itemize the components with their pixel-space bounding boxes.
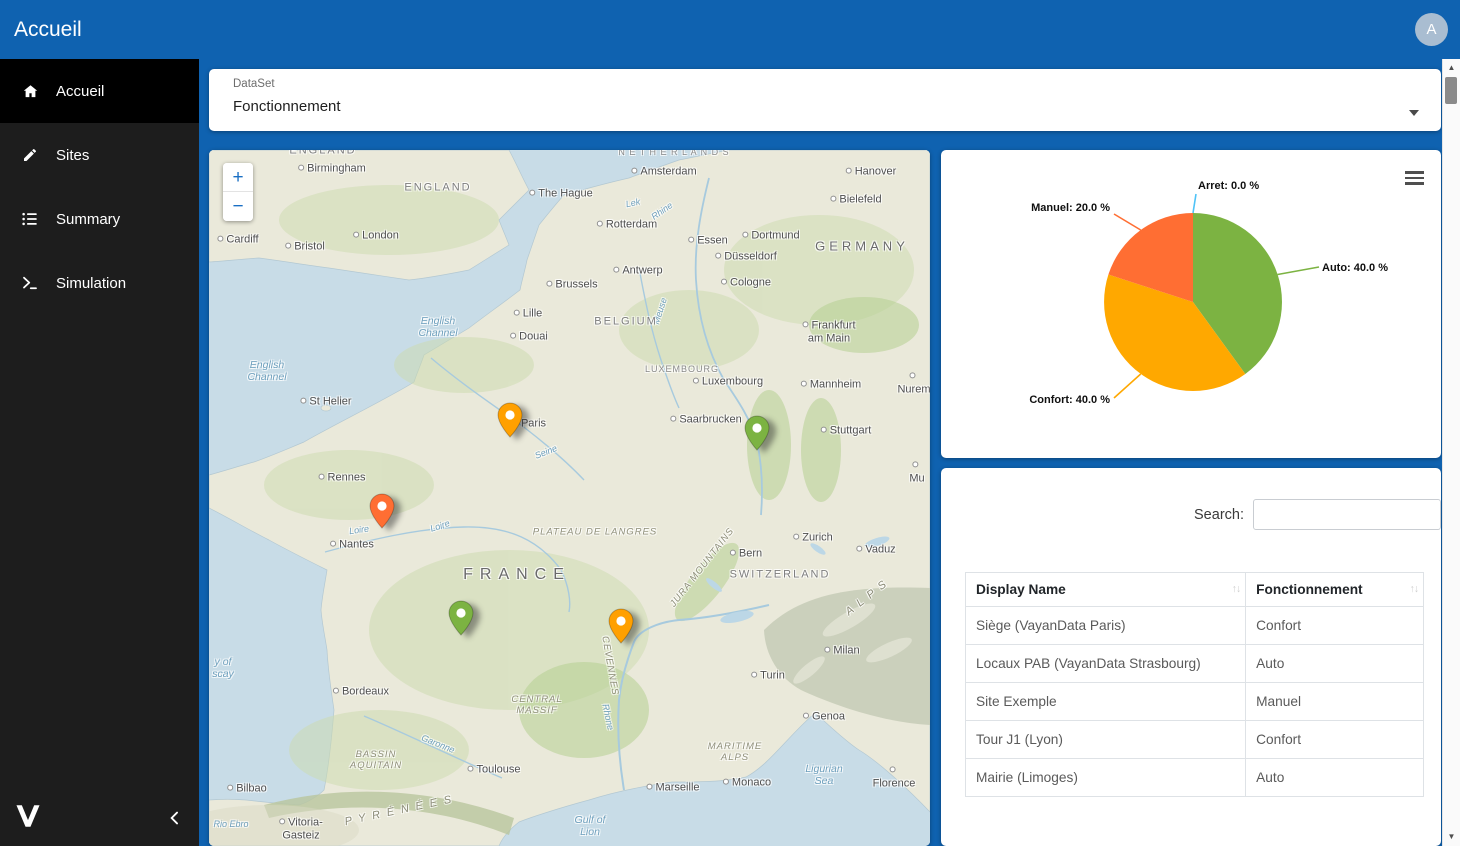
scroll-thumb[interactable] xyxy=(1445,77,1457,104)
table-cell: Auto xyxy=(1246,645,1424,683)
map-marker[interactable] xyxy=(448,600,474,641)
column-header-fonctionnement[interactable]: Fonctionnement ↑↓ xyxy=(1246,573,1424,607)
chevron-down-icon xyxy=(1409,110,1419,116)
map-pin-icon xyxy=(497,402,523,438)
table-cell: Tour J1 (Lyon) xyxy=(966,721,1246,759)
scroll-down-arrow[interactable]: ▼ xyxy=(1443,830,1460,844)
scroll-up-arrow[interactable]: ▲ xyxy=(1443,61,1460,75)
table-cell: Confort xyxy=(1246,607,1424,645)
map-terrain xyxy=(209,150,930,846)
zoom-out-button[interactable]: − xyxy=(223,192,253,221)
map-zoom-control: + − xyxy=(223,163,253,221)
scrollbar[interactable]: ▲ ▼ xyxy=(1442,59,1460,846)
table-cell: Manuel xyxy=(1246,683,1424,721)
main-content: DataSet Fonctionnement xyxy=(199,59,1460,846)
dataset-label: DataSet xyxy=(233,78,275,90)
sidebar-item-simulation[interactable]: Simulation xyxy=(0,251,199,315)
pie-svg: Arret: 0.0 % Auto: 40.0 % Confort: 40.0 % M… xyxy=(941,150,1441,458)
table-cell: Auto xyxy=(1246,759,1424,797)
chevron-left-icon xyxy=(165,808,185,828)
dataset-select[interactable]: DataSet Fonctionnement xyxy=(209,69,1441,131)
table-cell: Confort xyxy=(1246,721,1424,759)
table-search: Search: xyxy=(1194,499,1441,530)
sidebar-nav: Accueil Sites Summary Simulation xyxy=(0,59,199,315)
sort-icon[interactable]: ↑↓ xyxy=(1232,583,1241,595)
sort-icon[interactable]: ↑↓ xyxy=(1410,583,1419,595)
column-label: Fonctionnement xyxy=(1256,582,1362,597)
table-cell: Siège (VayanData Paris) xyxy=(966,607,1246,645)
brand-logo xyxy=(14,802,42,835)
map-marker[interactable] xyxy=(369,493,395,534)
sites-table-body: Siège (VayanData Paris)ConfortLocaux PAB… xyxy=(966,607,1424,797)
app-header: Accueil A xyxy=(0,0,1460,59)
column-label: Display Name xyxy=(976,582,1066,597)
pie-label: Auto: 40.0 % xyxy=(1322,262,1388,274)
sidebar: Accueil Sites Summary Simulation xyxy=(0,59,199,846)
search-label: Search: xyxy=(1194,507,1244,523)
sidebar-footer xyxy=(0,790,199,846)
pie-label: Manuel: 20.0 % xyxy=(1031,202,1110,214)
table-row: Tour J1 (Lyon)Confort xyxy=(966,721,1424,759)
sidebar-collapse-button[interactable] xyxy=(165,808,185,828)
sidebar-item-label: Sites xyxy=(56,147,89,164)
map-pin-icon xyxy=(369,493,395,529)
sites-table-card: Search: Display Name ↑↓ Fonctionnement ↑↓ S… xyxy=(941,468,1441,846)
pencil-icon xyxy=(20,147,40,163)
table-row: Site ExempleManuel xyxy=(966,683,1424,721)
column-header-display-name[interactable]: Display Name ↑↓ xyxy=(966,573,1246,607)
table-cell: Site Exemple xyxy=(966,683,1246,721)
sidebar-item-accueil[interactable]: Accueil xyxy=(0,59,199,123)
map-pin-icon xyxy=(608,608,634,644)
pie-leader-line xyxy=(1114,214,1141,230)
table-cell: Locaux PAB (VayanData Strasbourg) xyxy=(966,645,1246,683)
zoom-in-button[interactable]: + xyxy=(223,163,253,192)
dataset-value: Fonctionnement xyxy=(233,98,341,115)
pie-label: Confort: 40.0 % xyxy=(1029,394,1110,406)
table-row: Mairie (Limoges)Auto xyxy=(966,759,1424,797)
pie-chart-card: Arret: 0.0 % Auto: 40.0 % Confort: 40.0 % M… xyxy=(941,150,1441,458)
sidebar-item-summary[interactable]: Summary xyxy=(0,187,199,251)
sidebar-item-label: Simulation xyxy=(56,275,126,292)
map-pin-icon xyxy=(744,415,770,451)
avatar[interactable]: A xyxy=(1415,13,1448,46)
avatar-initial: A xyxy=(1426,21,1436,38)
search-input[interactable] xyxy=(1253,499,1441,530)
map-marker[interactable] xyxy=(744,415,770,456)
sidebar-item-sites[interactable]: Sites xyxy=(0,123,199,187)
pie-leader-line xyxy=(1278,267,1319,275)
terminal-icon xyxy=(20,274,40,292)
map-viewport[interactable]: ENGLANDBirminghamN E T H E R L A N D SAm… xyxy=(209,150,930,846)
pie-label: Arret: 0.0 % xyxy=(1198,180,1259,192)
page-title: Accueil xyxy=(14,0,82,59)
sidebar-item-label: Accueil xyxy=(56,83,104,100)
pie-leader-line xyxy=(1193,194,1196,213)
map-marker[interactable] xyxy=(608,608,634,649)
map-pin-icon xyxy=(448,600,474,636)
sites-table: Display Name ↑↓ Fonctionnement ↑↓ Siège (Va… xyxy=(965,572,1424,797)
table-row: Siège (VayanData Paris)Confort xyxy=(966,607,1424,645)
chart-menu-icon[interactable] xyxy=(1405,171,1424,188)
table-header-row: Display Name ↑↓ Fonctionnement ↑↓ xyxy=(966,573,1424,607)
sidebar-item-label: Summary xyxy=(56,211,120,228)
table-cell: Mairie (Limoges) xyxy=(966,759,1246,797)
table-row: Locaux PAB (VayanData Strasbourg)Auto xyxy=(966,645,1424,683)
map-marker[interactable] xyxy=(497,402,523,443)
list-icon xyxy=(20,210,40,228)
pie-leader-line xyxy=(1114,374,1141,398)
home-icon xyxy=(20,83,40,100)
